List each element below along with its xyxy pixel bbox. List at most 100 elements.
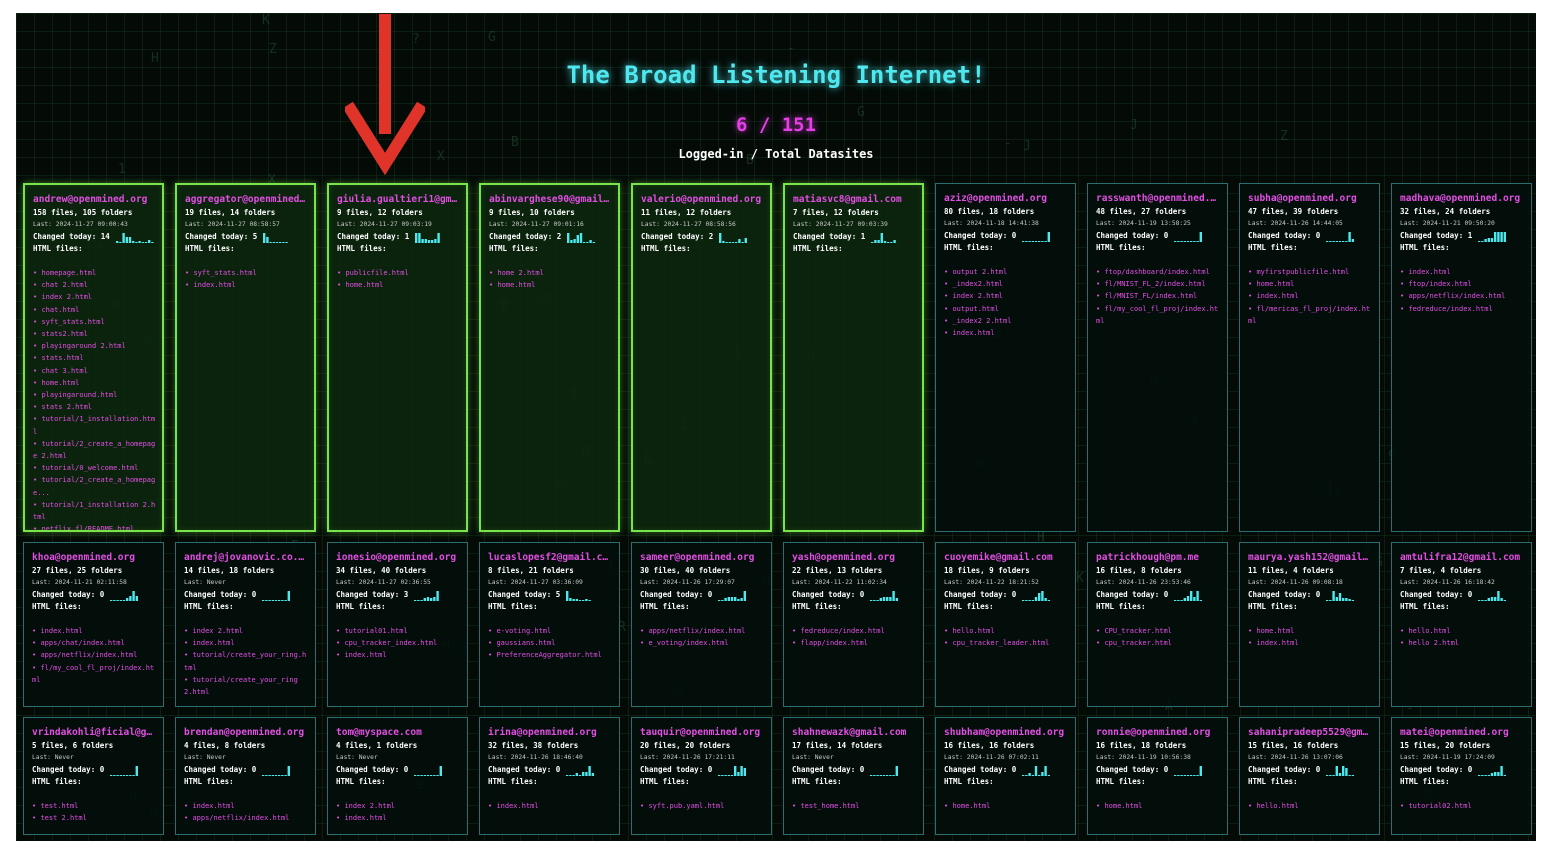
html-file-link[interactable]: ftop/index.html [1400,278,1525,290]
datasite-email[interactable]: sameer@openmined.org [640,552,765,564]
html-file-link[interactable]: index.html [1400,266,1525,278]
html-file-link[interactable]: index.html [32,625,157,637]
html-file-link[interactable]: apps/netflix/index.html [32,649,157,661]
datasite-email[interactable]: giulia.gualtieri1@gmail… [337,194,460,206]
datasite-email[interactable]: yash@openmined.org [792,552,917,564]
html-file-link[interactable]: homepage.html [33,267,156,279]
html-file-link[interactable]: cpu_tracker.html [1096,637,1221,649]
html-file-link[interactable]: tutorial01.html [336,625,461,637]
html-file-link[interactable]: index 2.html [33,291,156,303]
datasite-email[interactable]: shahnewazk@gmail.com [792,727,917,739]
datasite-email[interactable]: tauquir@openmined.org [640,727,765,739]
datasite-card[interactable]: subha@openmined.org 47 files, 39 folders L… [1239,183,1380,532]
datasite-card[interactable]: brendan@openmined.org 4 files, 8 folders L… [175,717,316,835]
html-file-link[interactable]: playingaround.html [33,389,156,401]
html-file-link[interactable]: stats.html [33,352,156,364]
datasite-card[interactable]: ionesio@openmined.org 34 files, 40 folder… [327,542,468,707]
html-file-link[interactable]: cpu_tracker_index.html [336,637,461,649]
datasite-email[interactable]: matiasvc8@gmail.com [793,194,916,206]
datasite-email[interactable]: irina@openmined.org [488,727,613,739]
datasite-card[interactable]: giulia.gualtieri1@gmail… 9 files, 12 fold… [327,183,468,532]
datasite-email[interactable]: ionesio@openmined.org [336,552,461,564]
html-file-link[interactable]: apps/netflix/index.html [1400,290,1525,302]
html-file-link[interactable]: apps/chat/index.html [32,637,157,649]
html-file-link[interactable]: hello.html [1400,625,1525,637]
html-file-link[interactable]: tutorial/1_installation.html [33,413,156,437]
html-file-link[interactable]: index.html [336,649,461,661]
datasite-card[interactable]: tauquir@openmined.org 20 files, 20 folder… [631,717,772,835]
html-file-link[interactable]: apps/netflix/index.html [184,812,309,824]
html-file-link[interactable]: e-voting.html [488,625,613,637]
html-file-link[interactable]: hello.html [944,625,1069,637]
html-file-link[interactable]: PreferenceAggregator.html [488,649,613,661]
datasite-email[interactable]: shubham@openmined.org [944,727,1069,739]
datasite-card[interactable]: matei@openmined.org 15 files, 20 folders L… [1391,717,1532,835]
html-file-link[interactable]: test_home.html [792,800,917,812]
datasite-card[interactable]: maurya.yash152@gmail.com 11 files, 4 fold… [1239,542,1380,707]
datasite-card[interactable]: shubham@openmined.org 16 files, 16 folder… [935,717,1076,835]
html-file-link[interactable]: home.html [1096,800,1221,812]
html-file-link[interactable]: chat.html [33,304,156,316]
html-file-link[interactable]: fedreduce/index.html [1400,303,1525,315]
datasite-email[interactable]: maurya.yash152@gmail.com [1248,552,1373,564]
html-file-link[interactable]: cpu_tracker_leader.html [944,637,1069,649]
datasite-card[interactable]: rasswanth@openmined.org 48 files, 27 fold… [1087,183,1228,532]
datasite-email[interactable]: ronnie@openmined.org [1096,727,1221,739]
html-file-link[interactable]: tutorial/1_installation 2.html [33,499,156,523]
html-file-link[interactable]: home.html [1248,278,1373,290]
html-file-link[interactable]: tutorial/2_create_a_homepage... [33,474,156,498]
html-file-link[interactable]: home.html [1248,625,1373,637]
datasite-card[interactable]: cuoyemike@gmail.com 18 files, 9 folders La… [935,542,1076,707]
datasite-card[interactable]: andrew@openmined.org 158 files, 105 folde… [23,183,164,532]
html-file-link[interactable]: myfirstpublicfile.html [1248,266,1373,278]
html-file-link[interactable]: index 2.html [184,625,309,637]
html-file-link[interactable]: index.html [1248,637,1373,649]
datasite-email[interactable]: khoa@openmined.org [32,552,157,564]
html-file-link[interactable]: tutorial/create_your_ring 2.html [184,674,309,698]
datasite-card[interactable]: shahnewazk@gmail.com 17 files, 14 folders… [783,717,924,835]
html-file-link[interactable]: test 2.html [32,812,157,824]
html-file-link[interactable]: hello 2.html [1400,637,1525,649]
html-file-link[interactable]: tutorial/create_your_ring.html [184,649,309,673]
datasite-card[interactable]: sahanipradeep5529@gmail… 15 files, 16 fol… [1239,717,1380,835]
html-file-link[interactable]: output 2.html [944,266,1069,278]
html-file-link[interactable]: home.html [944,800,1069,812]
datasite-email[interactable]: aziz@openmined.org [944,193,1069,205]
html-file-link[interactable]: fl/MNIST_FL_2/index.html [1096,278,1221,290]
datasite-card[interactable]: andrej@jovanovic.co.za 14 files, 18 folde… [175,542,316,707]
html-file-link[interactable]: syft_stats.html [185,267,308,279]
html-file-link[interactable]: _index2.html [944,278,1069,290]
html-file-link[interactable]: flapp/index.html [792,637,917,649]
datasite-email[interactable]: subha@openmined.org [1248,193,1373,205]
html-file-link[interactable]: CPU_tracker.html [1096,625,1221,637]
datasite-email[interactable]: tom@myspace.com [336,727,461,739]
html-file-link[interactable]: gaussians.html [488,637,613,649]
datasite-email[interactable]: sahanipradeep5529@gmail… [1248,727,1373,739]
html-file-link[interactable]: home.html [489,279,612,291]
datasite-email[interactable]: patrickhough@pm.me [1096,552,1221,564]
datasite-email[interactable]: amtulifra12@gmail.com [1400,552,1525,564]
html-file-link[interactable]: index.html [944,327,1069,339]
html-file-link[interactable]: hello.html [1248,800,1373,812]
html-file-link[interactable]: home.html [33,377,156,389]
html-file-link[interactable]: _index2 2.html [944,315,1069,327]
datasite-email[interactable]: lucaslopesf2@gmail.com [488,552,613,564]
datasite-email[interactable]: vrindakohli@ficial@gmai… [32,727,157,739]
datasite-card[interactable]: amtulifra12@gmail.com 7 files, 4 folders L… [1391,542,1532,707]
datasite-card[interactable]: aggregator@openmined.org 19 files, 14 fol… [175,183,316,532]
datasite-email[interactable]: rasswanth@openmined.org [1096,193,1221,205]
html-file-link[interactable]: publicfile.html [337,267,460,279]
html-file-link[interactable]: tutorial/0_welcome.html [33,462,156,474]
datasite-email[interactable]: cuoyemike@gmail.com [944,552,1069,564]
html-file-link[interactable]: index.html [184,800,309,812]
html-file-link[interactable]: tutorial/2_create_a_homepage 2.html [33,438,156,462]
html-file-link[interactable]: output.html [944,303,1069,315]
datasite-card[interactable]: irina@openmined.org 32 files, 38 folders L… [479,717,620,835]
html-file-link[interactable]: fl/MNIST_FL/index.html [1096,290,1221,302]
datasite-card[interactable]: matiasvc8@gmail.com 7 files, 12 folders La… [783,183,924,532]
datasite-email[interactable]: andrej@jovanovic.co.za [184,552,309,564]
html-file-link[interactable]: syft_stats.html [33,316,156,328]
datasite-card[interactable]: madhava@openmined.org 32 files, 24 folder… [1391,183,1532,532]
html-file-link[interactable]: index 2.html [944,290,1069,302]
datasite-email[interactable]: matei@openmined.org [1400,727,1525,739]
